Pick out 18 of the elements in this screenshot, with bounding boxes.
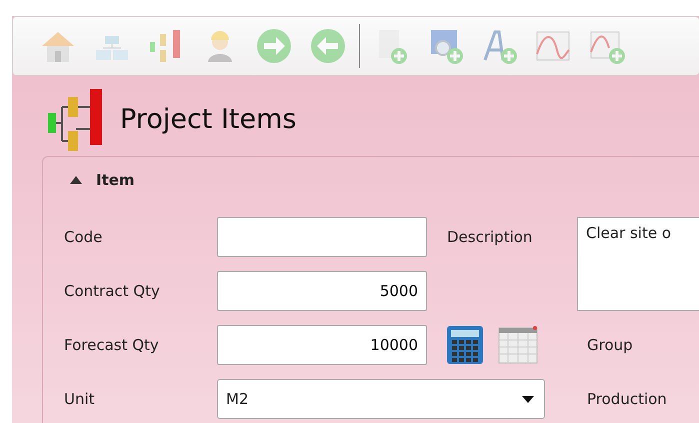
calculator-icon[interactable] [445, 325, 485, 365]
caret-icon [522, 396, 534, 402]
description-field[interactable]: Clear site o [577, 217, 699, 311]
section-title: Item [96, 170, 135, 191]
field-label: Unit [64, 388, 96, 410]
field-label: Forecast Qty [64, 334, 160, 356]
calendar-icon[interactable] [498, 325, 538, 365]
text-field[interactable]: 10000 [217, 325, 427, 365]
page-title: Project Items [120, 104, 296, 136]
collapse-icon[interactable] [70, 176, 82, 184]
field-label: Code [64, 226, 104, 248]
text-field[interactable]: 5000 [217, 271, 427, 311]
field-label: Description [446, 226, 534, 248]
text-field[interactable] [217, 217, 427, 257]
field-label: Contract Qty [64, 280, 161, 302]
unit-dropdown[interactable]: M2 [217, 379, 545, 419]
field-label: Group [586, 334, 634, 356]
field-label: Production [586, 388, 668, 410]
